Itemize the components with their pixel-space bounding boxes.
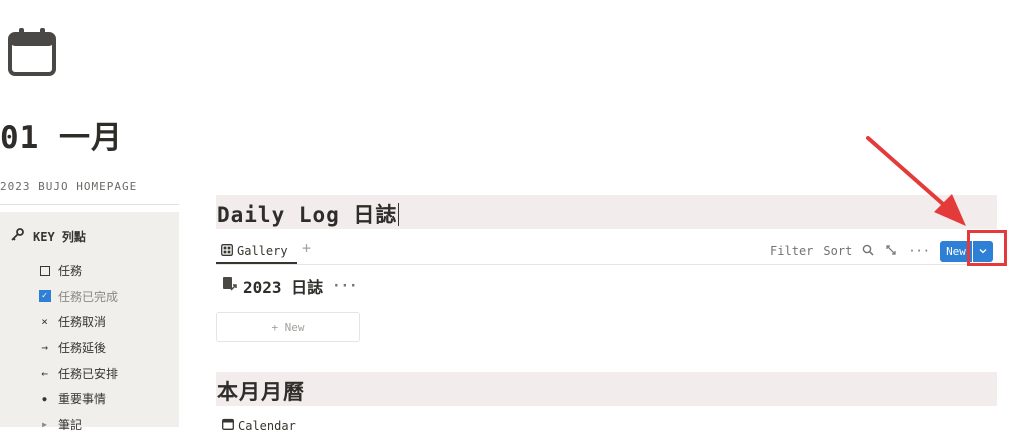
list-item: ● 重要事情 [38,386,118,412]
database-title-text[interactable]: 2023 日誌 [243,274,323,298]
add-view-button[interactable]: + [302,239,311,257]
daily-log-heading-text[interactable]: Daily Log 日誌 [217,203,397,227]
active-tab-indicator [216,262,297,264]
annotation-arrow [866,136,966,226]
calendar-heading[interactable]: 本月月曆 [217,376,305,406]
list-item[interactable]: ▶ 筆記 [38,412,118,437]
linked-database-icon [222,276,238,296]
search-icon[interactable] [862,244,874,259]
sort-button[interactable]: Sort [823,244,852,258]
database-view-bar: Gallery + Filter Sort ··· New [216,236,997,265]
cross-icon: × [41,315,48,329]
key-list: 任務 ✓ 任務已完成 × 任務取消 → 任務延後 ← 任務已安排 ● 重要事情 … [38,258,118,437]
key-header-label: KEY 列點 [33,230,86,244]
database-toolbar: Filter Sort ··· New [770,240,997,262]
text-cursor [398,203,400,226]
arrow-right-icon: → [41,341,48,355]
breadcrumb-link[interactable]: 2023 BUJO HOMEPAGE [0,180,137,193]
list-item: → 任務延後 [38,335,118,361]
key-item-label: 任務取消 [58,315,107,330]
key-item-label: 任務已安排 [58,366,119,381]
database-more-button[interactable]: ··· [332,278,357,294]
key-item-label: 筆記 [58,417,83,432]
key-item-label: 任務已完成 [58,289,119,304]
tab-calendar[interactable]: Calendar [222,418,296,433]
calendar-heading-block[interactable]: 本月月曆 [216,372,997,406]
new-gallery-card-button[interactable]: + New [216,312,360,342]
filter-button[interactable]: Filter [770,244,813,258]
daily-log-heading[interactable]: Daily Log 日誌 [217,199,400,229]
toggle-triangle-icon[interactable]: ▶ [38,420,51,429]
tab-gallery-label: Gallery [237,244,288,258]
key-header: KEY 列點 [10,228,86,245]
calendar-icon[interactable] [8,26,56,76]
checkbox-empty-icon [38,265,51,276]
annotation-highlight-box [967,230,1007,266]
tab-calendar-label: Calendar [238,418,296,433]
checkbox-checked-icon: ✓ [38,290,51,303]
gallery-icon [221,243,233,259]
list-item: ✓ 任務已完成 [38,284,118,310]
arrow-left-icon: ← [41,366,48,380]
list-item: ← 任務已安排 [38,360,118,386]
database-title[interactable]: 2023 日誌 ··· [222,274,357,298]
list-item: 任務 [38,258,118,284]
key-item-label: 任務延後 [58,341,107,356]
page-title[interactable]: 01 一月 [0,112,123,157]
more-options-button[interactable]: ··· [908,244,930,258]
list-item: × 任務取消 [38,309,118,335]
bullet-icon: ● [42,394,47,403]
tab-gallery[interactable]: Gallery [221,240,288,262]
key-icon [10,228,24,245]
calendar-view-icon [222,418,234,433]
divider [0,204,179,205]
key-item-label: 重要事情 [58,392,107,407]
key-item-label: 任務 [58,264,83,279]
expand-icon[interactable] [885,244,897,259]
key-callout: KEY 列點 任務 ✓ 任務已完成 × 任務取消 → 任務延後 ← 任務已安排 … [0,212,179,432]
